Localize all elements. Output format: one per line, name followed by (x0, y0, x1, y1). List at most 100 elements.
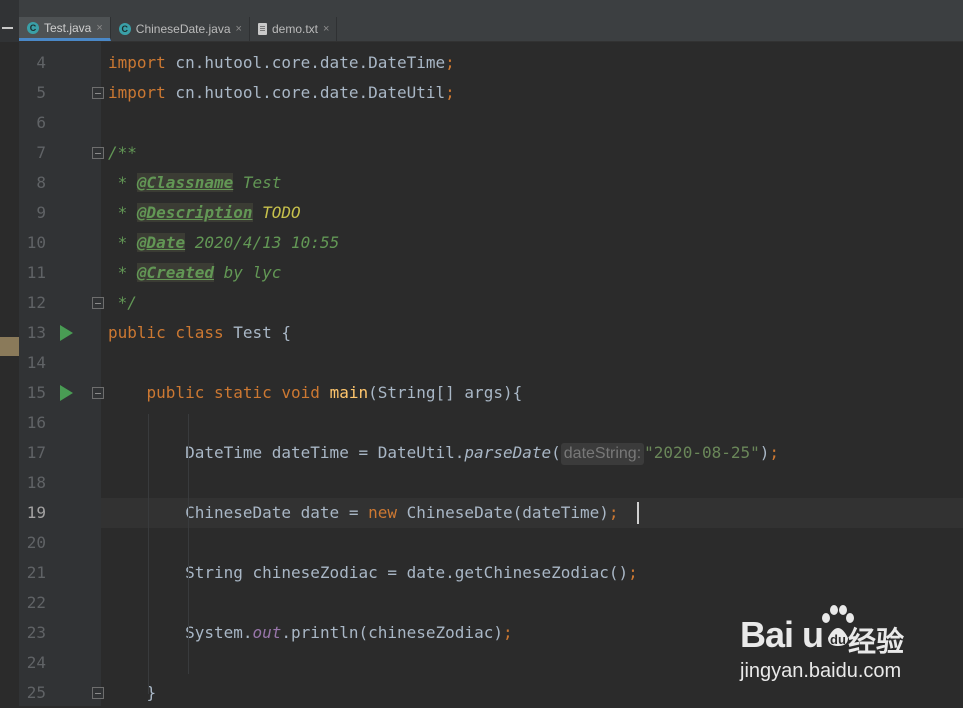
code-token: ChineseDate(dateTime) (397, 503, 609, 522)
editor-tab-test-java[interactable]: Test.java × (19, 17, 111, 41)
code-token: System. (108, 623, 253, 642)
line-number: 14 (26, 353, 46, 372)
collapse-icon[interactable] (2, 27, 13, 29)
code-token: cn.hutool.core.date.DateTime (165, 53, 446, 72)
code-line[interactable]: System.out.println(chineseZodiac); (108, 618, 513, 648)
code-line[interactable]: public class Test { (108, 318, 291, 348)
indent-guide (188, 414, 189, 674)
code-token: @Description (136, 203, 253, 222)
editor-tab-demo-txt[interactable]: demo.txt × (250, 17, 338, 41)
code-token: "2020-08-25" (644, 443, 760, 462)
code-token: Test (233, 173, 282, 192)
code-line[interactable]: */ (108, 288, 137, 318)
close-icon[interactable]: × (323, 23, 329, 35)
fold-marker-icon[interactable] (92, 687, 104, 699)
code-token: main (329, 383, 369, 402)
watermark-cn: 经验 (848, 625, 905, 658)
run-gutter-icon[interactable] (60, 385, 73, 401)
code-token: ( (551, 443, 561, 462)
java-class-icon (118, 23, 131, 35)
watermark-url: jingyan.baidu.com (740, 660, 902, 682)
code-token: public class (108, 323, 224, 342)
code-token: String chineseZodiac = date.getChineseZo… (108, 563, 629, 582)
text-file-icon (257, 23, 267, 35)
code-token: * (108, 233, 137, 252)
run-gutter-icon[interactable] (60, 325, 73, 341)
tool-window-strip (0, 0, 19, 42)
line-number: 5 (36, 83, 46, 102)
fold-marker-icon[interactable] (92, 387, 104, 399)
fold-marker-icon[interactable] (92, 297, 104, 309)
line-number: 16 (26, 413, 46, 432)
watermark-brand-text: Bai u (740, 614, 824, 655)
code-token: TODO (262, 203, 301, 222)
code-token: ; (502, 623, 513, 642)
editor-tab-chinesedate-java[interactable]: ChineseDate.java × (111, 17, 250, 41)
tab-label: Test.java (44, 20, 92, 35)
code-token: @Created (136, 263, 214, 282)
code-token: * (108, 203, 137, 222)
code-line[interactable]: * @Created by lyc (108, 258, 281, 288)
line-number: 7 (36, 143, 46, 162)
line-number: 10 (26, 233, 46, 252)
code-token: * (108, 263, 137, 282)
line-number: 19 (26, 503, 46, 522)
code-line[interactable]: * @Description TODO (108, 198, 301, 228)
tab-label: ChineseDate.java (135, 22, 231, 36)
code-line[interactable]: * @Date 2020/4/13 10:55 (108, 228, 339, 258)
code-line[interactable]: public static void main(String[] args){ (108, 378, 523, 408)
line-number: 8 (36, 173, 46, 192)
code-token: public static void (146, 383, 320, 402)
code-token: parseDate (464, 443, 552, 462)
editor-tabs: Test.java × ChineseDate.java × demo.txt × (19, 17, 338, 41)
line-number: 24 (26, 653, 46, 672)
code-token: ; (608, 503, 619, 522)
code-token: by lyc (213, 263, 282, 282)
fold-marker-icon[interactable] (92, 87, 104, 99)
line-number: 15 (26, 383, 46, 402)
line-number: 9 (36, 203, 46, 222)
code-token: 2020/4/13 10:55 (185, 233, 340, 252)
baidu-jingyan-watermark: Bai u du 经验 jingyan.baidu.com (740, 600, 930, 690)
code-token: import (108, 53, 166, 72)
line-number: 21 (26, 563, 46, 582)
code-token: out (252, 623, 282, 642)
fold-marker-icon[interactable] (92, 147, 104, 159)
tab-label: demo.txt (271, 22, 318, 36)
code-line[interactable]: * @Classname Test (108, 168, 281, 198)
code-line[interactable]: /** (108, 138, 137, 168)
code-line[interactable]: ChineseDate date = new ChineseDate(dateT… (108, 498, 619, 528)
code-token: Test { (223, 323, 292, 342)
code-token: (String[] args){ (368, 383, 523, 402)
line-number: 13 (26, 323, 46, 342)
line-number: 4 (36, 53, 46, 72)
code-line[interactable]: import cn.hutool.core.date.DateUtil; (108, 78, 455, 108)
line-number: 20 (26, 533, 46, 552)
code-line[interactable]: import cn.hutool.core.date.DateTime; (108, 48, 455, 78)
code-token: new (368, 503, 397, 522)
editor-tab-bar: Test.java × ChineseDate.java × demo.txt × (0, 0, 963, 42)
code-token: ChineseDate date = (108, 503, 369, 522)
code-token: ; (445, 83, 455, 102)
code-line[interactable]: DateTime dateTime = DateUtil.parseDate(d… (108, 438, 779, 468)
code-token: ; (769, 443, 780, 462)
text-caret (637, 502, 639, 524)
left-tool-strip (0, 42, 19, 706)
code-token: ) (759, 443, 770, 462)
line-number: 25 (26, 683, 46, 702)
bookmark-marker (0, 337, 19, 356)
close-icon[interactable]: × (236, 23, 242, 35)
line-number: 17 (26, 443, 46, 462)
parameter-hint: dateString: (560, 443, 645, 465)
watermark-brand: Bai u (740, 614, 824, 656)
code-token: cn.hutool.core.date.DateUtil (165, 83, 446, 102)
close-icon[interactable]: × (96, 22, 102, 34)
line-number: 18 (26, 473, 46, 492)
indent-guide (148, 414, 149, 694)
svg-text:du: du (830, 632, 846, 647)
java-class-icon (27, 21, 39, 34)
line-number: 22 (26, 593, 46, 612)
code-token: DateTime dateTime = DateUtil. (108, 443, 465, 462)
